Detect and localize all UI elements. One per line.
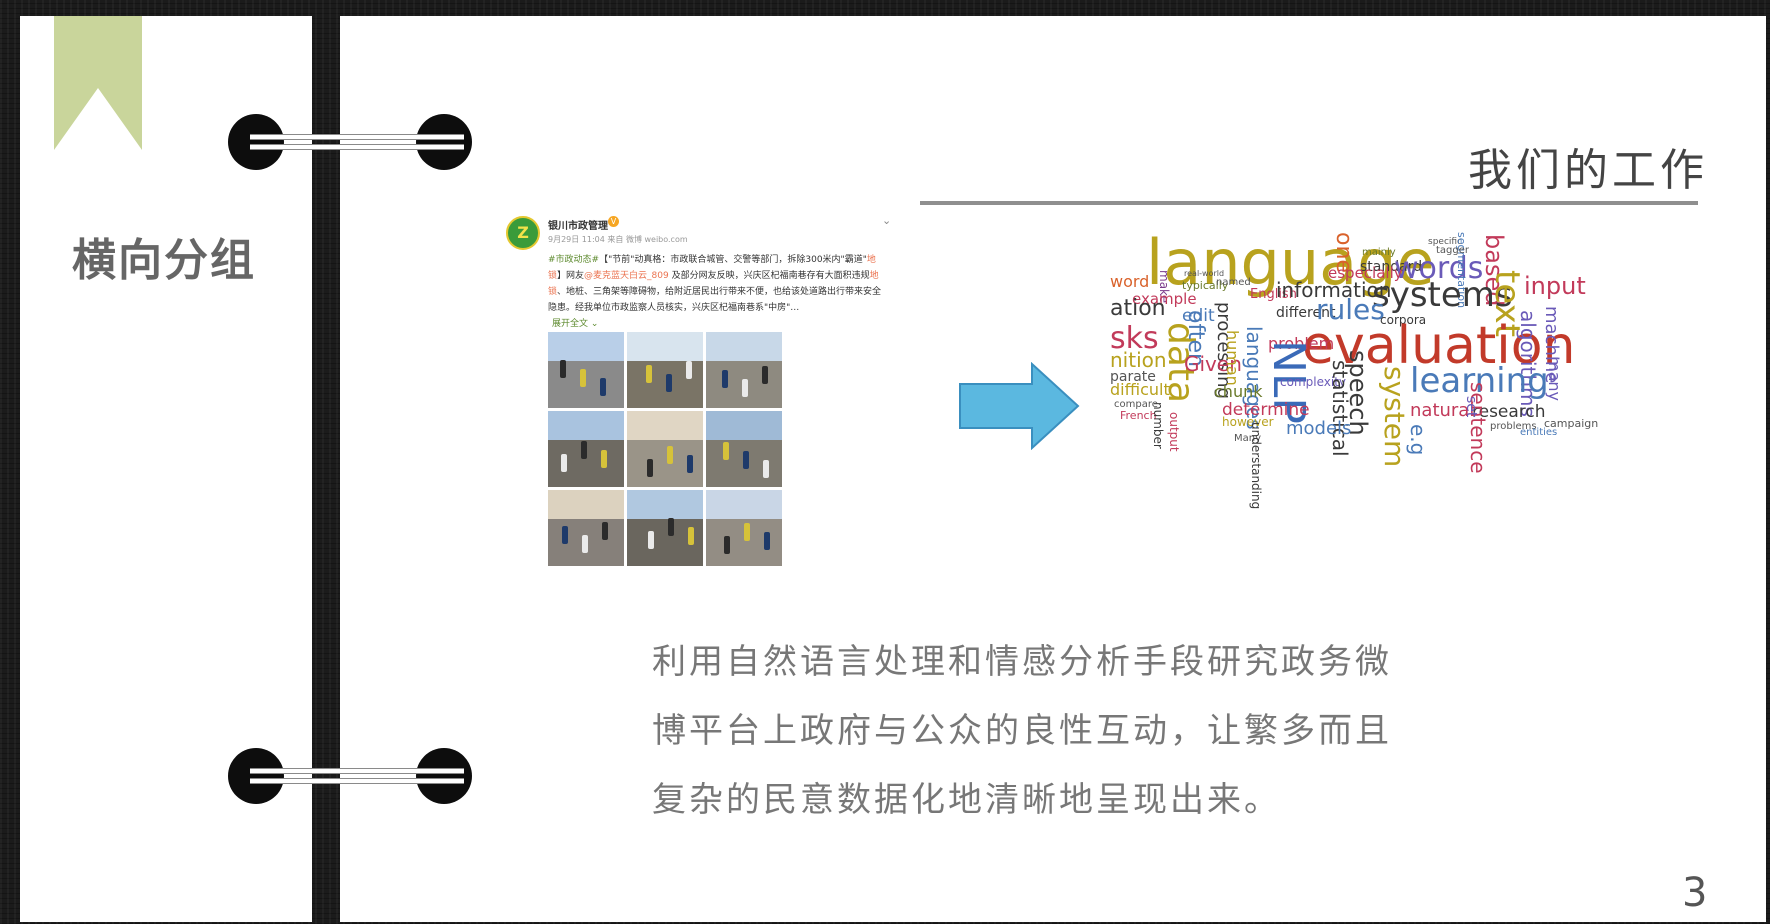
word-cloud-word: human — [1223, 330, 1242, 386]
word-cloud-word: chunk — [1214, 382, 1263, 401]
post-text-part: 、地桩、三角架等障碍物，给附近居民出行带来不便，也给该处道路出行带来安全隐患。经… — [548, 287, 882, 313]
post-photo — [706, 411, 782, 487]
photo-grid — [548, 332, 782, 566]
word-cloud-word: many — [1545, 356, 1564, 401]
post-photo — [627, 411, 703, 487]
word-cloud-word: named — [1216, 277, 1251, 288]
word-cloud-word: word — [1110, 272, 1150, 291]
word-cloud-word: ation — [1110, 296, 1166, 321]
word-cloud-word: system — [1378, 366, 1411, 468]
ring-hole-left — [228, 748, 284, 804]
word-cloud-word: input — [1524, 272, 1586, 300]
ring-hole-right — [416, 114, 472, 170]
post-text-part: 【"节前"动真格：市政联合城管、交警等部门，拆除300米内"霸道" — [599, 255, 867, 265]
word-cloud-word: tagger — [1436, 245, 1470, 256]
binder-ring-icon — [228, 114, 478, 174]
chevron-down-icon: ⌄ — [882, 214, 892, 227]
account-avatar: Z — [506, 216, 540, 250]
slide-title: 我们的工作 — [1468, 145, 1708, 196]
ring-wire — [250, 134, 464, 140]
section-title: 横向分组 — [72, 235, 256, 286]
title-divider — [920, 201, 1698, 205]
post-text-part: 】网友 — [557, 271, 585, 281]
post-text-part: 及部分网友反映，兴庆区杞福南巷存有大面积违规 — [668, 271, 870, 281]
post-photo — [548, 332, 624, 408]
word-cloud-word: understanding — [1249, 422, 1263, 510]
post-text: #市政动态#【"节前"动真格：市政联合城管、交警等部门，拆除300米内"霸道"地… — [548, 252, 886, 316]
bookmark-ribbon — [54, 16, 142, 150]
mention-link: @麦克蓝天白云_809 — [584, 271, 669, 281]
post-photo — [627, 332, 703, 408]
post-photo — [627, 490, 703, 566]
expand-full-text: 展开全文 ⌄ — [552, 319, 599, 329]
binder-ring-icon — [228, 748, 478, 808]
page-number: 3 — [1682, 870, 1708, 916]
weibo-post-screenshot: Z 银川市政管理 V ⌄ 9月29日 11:04 来自 微博 weibo.com… — [500, 208, 892, 572]
ring-wire — [250, 768, 464, 774]
word-cloud-word: entities — [1520, 427, 1558, 438]
word-cloud-word: models — [1286, 418, 1352, 439]
word-cloud-word: nition — [1110, 348, 1167, 372]
word-cloud-word: mainly — [1362, 247, 1396, 258]
word-cloud-word: output — [1167, 412, 1181, 452]
post-photo — [548, 490, 624, 566]
arrow-right-icon — [959, 362, 1080, 450]
post-photo — [706, 490, 782, 566]
body-paragraph: 利用自然语言处理和情感分析手段研究政务微博平台上政府与公众的良性互动，让繁多而且… — [652, 642, 1392, 820]
ring-hole-right — [416, 748, 472, 804]
hashtag: #市政动态# — [548, 255, 600, 265]
word-cloud-word: number — [1151, 402, 1165, 449]
word-cloud-image: language one mainly standard words specific ba… — [1110, 232, 1656, 536]
post-timestamp: 9月29日 11:04 来自 微博 weibo.com — [548, 235, 688, 244]
account-name: 银川市政管理 — [548, 221, 608, 232]
word-cloud-word: e.g — [1406, 424, 1430, 456]
ring-wire — [250, 144, 464, 150]
word-cloud-word: set — [1463, 396, 1479, 418]
ring-hole-left — [228, 114, 284, 170]
post-photo — [706, 332, 782, 408]
verified-badge-icon: V — [608, 216, 619, 227]
ring-wire — [250, 778, 464, 784]
post-photo — [548, 411, 624, 487]
word-cloud-word: difficult — [1110, 380, 1170, 399]
word-cloud-word: however — [1222, 415, 1274, 429]
